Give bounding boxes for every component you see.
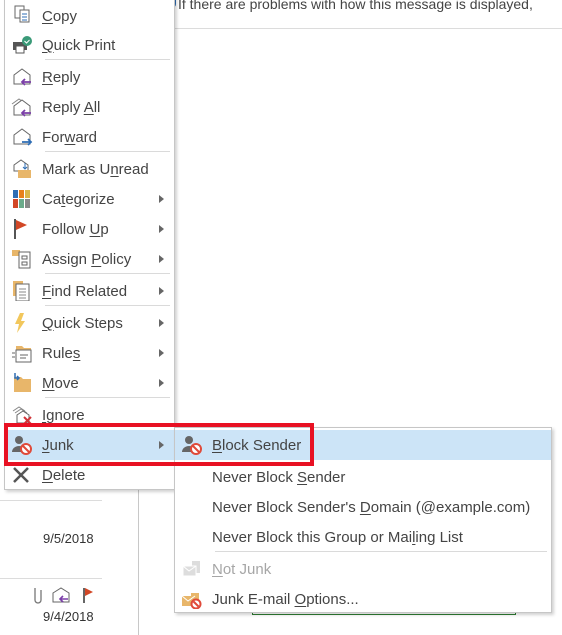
context-item-copy[interactable]: CopyC — [5, 0, 174, 30]
junk-item-never-block-sender-s-domain-example-com[interactable]: Never Block Sender's Domain (@example.co… — [175, 492, 551, 522]
context-item-categorize[interactable]: CategorizeCat — [5, 184, 174, 214]
menu-item-label: Not Junk — [212, 561, 272, 578]
context-item-quick-print[interactable]: Quick PrintQ — [5, 30, 174, 60]
delete-icon — [13, 467, 29, 483]
message-date: 9/4/2018 — [43, 609, 94, 624]
menu-item-label: Reply — [42, 69, 81, 86]
rules-icon — [12, 346, 32, 363]
menu-item-label: Delete — [42, 467, 86, 484]
reply-icon — [13, 68, 31, 86]
flag-icon — [83, 588, 93, 603]
menu-separator — [45, 151, 170, 152]
menu-item-label: Assign Policy — [42, 251, 132, 268]
menu-separator — [45, 273, 170, 274]
assign-policy-icon — [12, 250, 31, 269]
message-row-icons — [34, 587, 93, 604]
menu-item-label: Junk E-mail Options... — [212, 591, 359, 608]
menu-item-label: Find Related — [42, 283, 128, 300]
context-item-forward[interactable]: ForwardForw — [5, 122, 174, 152]
quick-print-icon — [13, 36, 32, 54]
menu-separator — [45, 397, 170, 398]
menu-item-label: Ignore — [42, 407, 85, 424]
forward-icon — [13, 128, 33, 146]
menu-separator — [45, 305, 170, 306]
context-item-move[interactable]: MoveM — [5, 368, 174, 398]
menu-item-label: Reply All — [42, 99, 101, 116]
junk-item-junk-e-mail-options[interactable]: Junk E-mail Options...Junk E-mail O — [175, 584, 551, 614]
context-item-follow-up[interactable]: Follow UpFollow U — [5, 214, 174, 244]
copy-icon — [14, 5, 30, 23]
ignore-icon — [12, 406, 32, 425]
divider — [174, 28, 562, 29]
submenu-arrow-icon — [159, 195, 164, 203]
message-infobar[interactable]: If there are problems with how this mess… — [178, 0, 533, 12]
junk-item-never-block-this-group-or-mailing-list[interactable]: Never Block this Group or Mailing ListNe… — [175, 522, 551, 552]
categorize-icon — [13, 190, 30, 208]
menu-item-label: Copy — [42, 8, 78, 25]
menu-item-label: Move — [42, 375, 79, 392]
menu-item-label: Forward — [42, 129, 98, 146]
mark-unread-icon — [13, 159, 31, 178]
context-item-assign-policy[interactable]: Assign PolicyAssign P — [5, 244, 174, 274]
menu-separator — [45, 59, 170, 60]
menu-separator — [215, 551, 547, 552]
flag-icon — [14, 219, 27, 239]
menu-item-label: Quick Print — [42, 37, 116, 54]
submenu-arrow-icon — [159, 379, 164, 387]
context-item-rules[interactable]: RulesRules — [5, 338, 174, 368]
menu-item-label: Mark as Unread — [42, 161, 149, 178]
submenu-arrow-icon — [159, 349, 164, 357]
context-item-find-related[interactable]: Find RelatedF — [5, 276, 174, 306]
context-item-reply[interactable]: ReplyR — [5, 62, 174, 92]
submenu-arrow-icon — [159, 255, 164, 263]
move-icon — [14, 373, 31, 392]
context-item-quick-steps[interactable]: Quick StepsQ — [5, 308, 174, 338]
context-item-mark-as-unread[interactable]: Mark as UnreadMark as Un — [5, 154, 174, 184]
reply-all-icon — [11, 98, 31, 117]
submenu-arrow-icon — [159, 287, 164, 295]
junk-options-icon — [181, 593, 202, 609]
paperclip-icon — [34, 588, 42, 604]
submenu-arrow-icon — [159, 319, 164, 327]
message-date: 9/5/2018 — [43, 531, 94, 546]
not-junk-icon — [182, 561, 200, 577]
menu-item-label: Quick Steps — [42, 315, 123, 332]
menu-item-label: Follow Up — [42, 221, 109, 238]
reply-icon — [52, 587, 70, 603]
context-item-reply-all[interactable]: Reply AllReply A — [5, 92, 174, 122]
find-related-icon — [13, 281, 30, 301]
junk-item-not-junk[interactable]: Not JunkN — [175, 554, 551, 584]
quick-steps-icon — [15, 313, 25, 333]
menu-item-label: Never Block Sender's Domain (@example.co… — [212, 499, 531, 516]
menu-item-label: Never Block this Group or Mailing List — [212, 529, 463, 546]
context-menu: CopyCQuick PrintQReplyRReply AllReply AF… — [4, 0, 175, 490]
divider — [0, 500, 102, 501]
menu-item-label: Rules — [42, 345, 81, 362]
divider — [0, 578, 102, 579]
junk-item-never-block-sender[interactable]: Never Block SenderNever Block S — [175, 462, 551, 492]
menu-item-label: Never Block Sender — [212, 469, 346, 486]
submenu-arrow-icon — [159, 225, 164, 233]
menu-item-label: Categorize — [42, 191, 115, 208]
annotation-highlight-box — [4, 423, 314, 466]
